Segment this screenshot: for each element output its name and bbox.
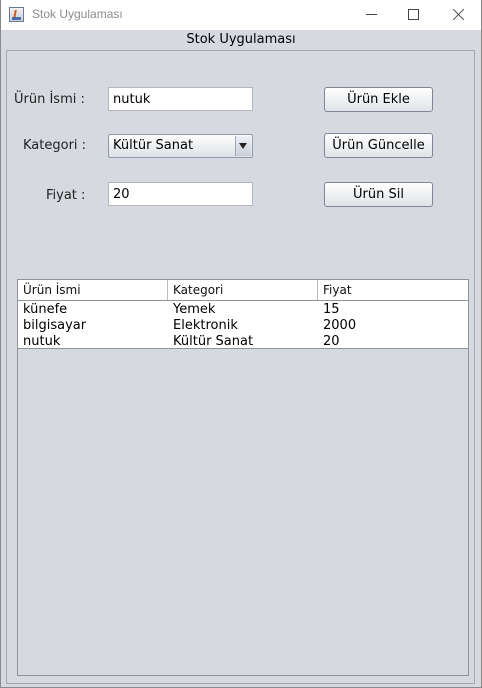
cell-name: bilgisayar bbox=[23, 318, 87, 333]
title-bar: Stok Uygulaması bbox=[1, 0, 481, 30]
category-selected-value: Kültür Sanat bbox=[113, 138, 194, 153]
table-body: künefe Yemek 15 bilgisayar Elektronik 20… bbox=[18, 301, 468, 349]
cell-category: Elektronik bbox=[173, 318, 238, 333]
table-row[interactable]: künefe Yemek 15 bbox=[18, 302, 466, 318]
window-title: Stok Uygulaması bbox=[32, 7, 123, 21]
category-select[interactable]: Kültür Sanat bbox=[108, 134, 253, 158]
table-row[interactable]: bilgisayar Elektronik 2000 bbox=[18, 318, 466, 334]
table-header: Ürün İsmi Kategori Fiyat bbox=[18, 280, 468, 301]
cell-name: nutuk bbox=[23, 334, 61, 349]
close-button[interactable] bbox=[437, 0, 481, 30]
cell-price: 15 bbox=[323, 302, 340, 317]
price-label: Fiyat : bbox=[46, 188, 86, 203]
cell-category: Yemek bbox=[173, 302, 216, 317]
cell-price: 20 bbox=[323, 334, 340, 349]
category-label: Kategori : bbox=[23, 138, 87, 153]
cell-name: künefe bbox=[23, 302, 68, 317]
price-input[interactable] bbox=[108, 182, 253, 206]
column-header-category[interactable]: Kategori bbox=[168, 280, 318, 300]
update-product-button[interactable]: Ürün Güncelle bbox=[324, 133, 433, 158]
maximize-button[interactable] bbox=[392, 0, 436, 30]
cell-category: Kültür Sanat bbox=[173, 334, 254, 349]
app-window: Stok Uygulaması Stok Uygulaması Ürün İsm… bbox=[0, 0, 482, 688]
maximize-icon bbox=[408, 9, 419, 20]
product-name-label: Ürün İsmi : bbox=[14, 92, 85, 107]
close-icon bbox=[453, 8, 465, 20]
column-header-name[interactable]: Ürün İsmi bbox=[18, 280, 168, 300]
delete-product-button[interactable]: Ürün Sil bbox=[324, 182, 433, 207]
add-product-button[interactable]: Ürün Ekle bbox=[324, 87, 433, 112]
content-pane: Stok Uygulaması Ürün İsmi : Kategori : K… bbox=[1, 30, 481, 687]
panel-title: Stok Uygulaması bbox=[186, 32, 296, 47]
column-header-price[interactable]: Fiyat bbox=[318, 280, 466, 300]
minimize-icon bbox=[366, 14, 377, 15]
java-app-icon bbox=[9, 7, 24, 22]
minimize-button[interactable] bbox=[351, 0, 395, 30]
chevron-down-icon[interactable] bbox=[235, 136, 251, 156]
table-row[interactable]: nutuk Kültür Sanat 20 bbox=[18, 334, 466, 350]
product-name-input[interactable] bbox=[108, 87, 253, 111]
cell-price: 2000 bbox=[323, 318, 357, 333]
product-table[interactable]: Ürün İsmi Kategori Fiyat künefe Yemek 15… bbox=[17, 279, 469, 676]
